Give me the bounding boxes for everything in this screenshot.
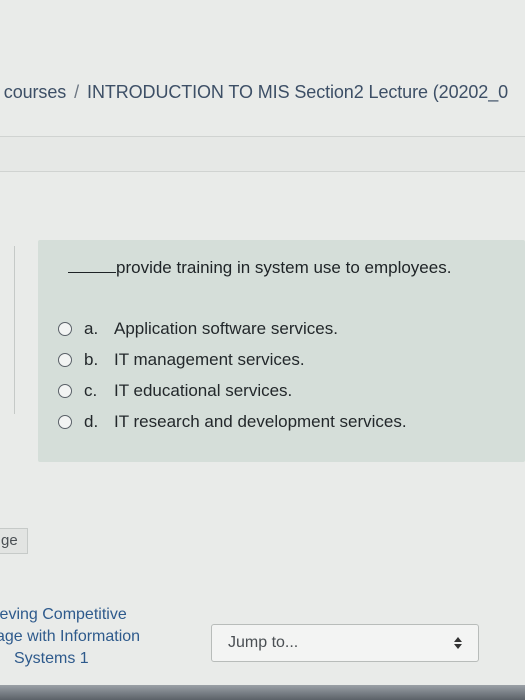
question-stem: provide training in system use to employ… xyxy=(116,258,452,277)
option-text: IT educational services. xyxy=(114,380,293,400)
breadcrumb: / courses / INTRODUCTION TO MIS Section2 L… xyxy=(0,82,508,103)
option-text: IT management services. xyxy=(114,349,305,369)
radio-unchecked-icon[interactable] xyxy=(58,414,72,429)
question-text: provide training in system use to employ… xyxy=(68,258,451,278)
breadcrumb-separator: / xyxy=(74,82,80,102)
option-letter: d. xyxy=(84,411,99,431)
jump-to-label: Jump to... xyxy=(228,634,299,651)
jump-to-select[interactable]: Jump to... xyxy=(211,624,479,662)
select-arrows-icon xyxy=(454,637,462,649)
option-letter: b. xyxy=(84,349,99,369)
question-info-panel xyxy=(0,246,15,414)
header-divider xyxy=(0,136,525,172)
previous-activity-line: Systems 1 xyxy=(14,650,89,667)
previous-activity-link[interactable]: ieving Competitive age with Information … xyxy=(0,604,140,670)
breadcrumb-courses-link[interactable]: / courses xyxy=(0,82,66,102)
option-a[interactable]: a. Application software services. xyxy=(58,313,407,344)
breadcrumb-course-link[interactable]: INTRODUCTION TO MIS Section2 Lecture (20… xyxy=(87,82,508,102)
option-text: IT research and development services. xyxy=(114,411,407,431)
previous-activity-line: age with Information xyxy=(0,628,141,645)
option-d[interactable]: d. IT research and development services. xyxy=(58,406,407,437)
previous-page-button[interactable]: ge xyxy=(0,528,28,554)
option-c[interactable]: c. IT educational services. xyxy=(58,375,407,406)
screen-bezel xyxy=(0,685,525,700)
question-blank xyxy=(68,272,116,273)
radio-unchecked-icon[interactable] xyxy=(58,321,72,336)
radio-unchecked-icon[interactable] xyxy=(58,383,72,398)
previous-activity-line: ieving Competitive xyxy=(0,606,127,623)
option-b[interactable]: b. IT management services. xyxy=(58,344,407,375)
radio-unchecked-icon[interactable] xyxy=(58,352,72,367)
option-letter: c. xyxy=(84,380,98,400)
option-text: Application software services. xyxy=(114,318,338,338)
answer-options: a. Application software services. b. IT … xyxy=(58,313,407,437)
option-letter: a. xyxy=(84,318,99,338)
